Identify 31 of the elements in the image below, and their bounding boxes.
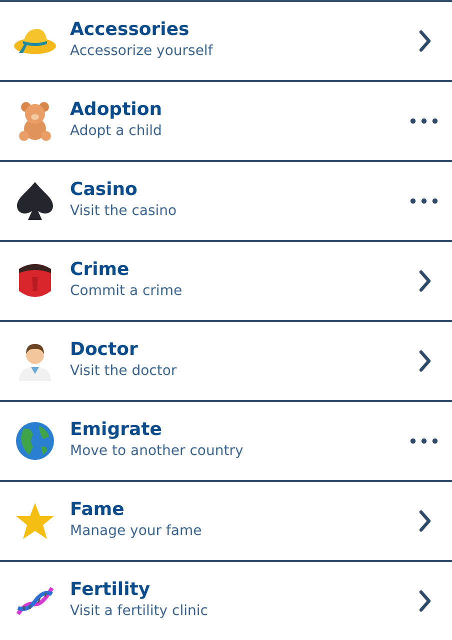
chevron-icon [418,349,432,373]
item-title: Accessories [70,19,190,40]
item-title: Emigrate [70,419,162,440]
chevron-icon [418,509,432,533]
chevron-icon [418,269,432,293]
item-subtitle: Manage your fame [70,523,202,539]
more-icon[interactable] [410,198,438,204]
chevron-icon [418,589,432,613]
item-subtitle: Commit a crime [70,283,182,299]
item-subtitle: Adopt a child [70,123,162,139]
item-title: Fertility [70,579,150,600]
more-icon[interactable] [410,118,438,124]
item-title: Adoption [70,99,162,120]
item-title: Crime [70,259,130,280]
item-subtitle: Move to another country [70,443,244,459]
globe-icon [15,421,55,461]
hat-icon [13,26,57,56]
spade-icon [16,181,54,221]
item-title: Fame [70,499,124,520]
star-icon [15,502,55,540]
item-subtitle: Visit the casino [70,203,177,219]
item-title: Casino [70,179,138,200]
chevron-icon [418,29,432,53]
doctor-icon [17,341,53,381]
item-title: Doctor [70,339,138,360]
teddy-bear-icon [19,101,51,141]
item-subtitle: Visit the doctor [70,363,177,379]
more-icon[interactable] [410,438,438,444]
dna-icon [16,584,54,618]
item-subtitle: Accessorize yourself [70,43,213,59]
item-subtitle: Visit a fertility clinic [70,603,208,619]
